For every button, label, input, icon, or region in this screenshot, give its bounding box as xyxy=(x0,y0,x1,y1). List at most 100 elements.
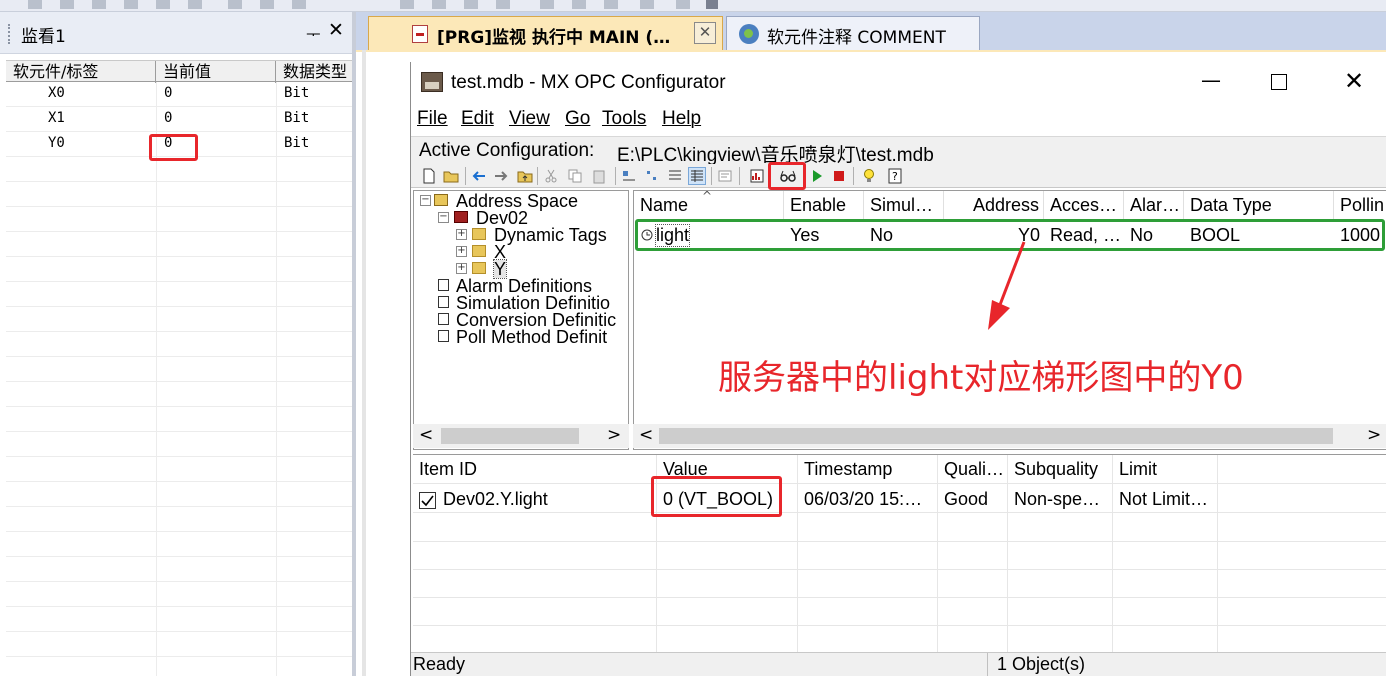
maximize-button[interactable] xyxy=(1271,74,1287,90)
column-header-data-type[interactable]: 数据类型 xyxy=(276,61,352,83)
back-arrow-icon[interactable] xyxy=(471,168,487,184)
chevron-down-icon[interactable] xyxy=(706,0,718,9)
toolbar-icon[interactable] xyxy=(400,0,414,9)
copy-icon[interactable] xyxy=(567,168,583,184)
run-icon[interactable] xyxy=(809,168,825,184)
toolbar-icon[interactable] xyxy=(28,0,42,9)
details-view-icon[interactable] xyxy=(688,167,706,185)
toolbar-icon[interactable] xyxy=(188,0,202,9)
forward-arrow-icon[interactable] xyxy=(493,168,509,184)
device-cell: Y0 xyxy=(48,135,65,151)
pin-icon[interactable]: ᅮ xyxy=(306,21,321,45)
menu-file[interactable]: File xyxy=(417,108,448,130)
folder-icon xyxy=(472,262,486,274)
column-header-device[interactable]: 软元件/标签 xyxy=(6,61,156,83)
column-header-simulation[interactable]: Simul… xyxy=(864,191,944,219)
address-space-icon xyxy=(434,194,448,206)
close-button[interactable]: ✕ xyxy=(1339,66,1369,96)
scroll-right-arrow[interactable]: > xyxy=(607,425,621,445)
main-toolbar-strip xyxy=(0,0,1386,12)
scroll-left-arrow[interactable]: < xyxy=(639,425,653,445)
column-header-polling[interactable]: Pollin xyxy=(1334,191,1386,219)
toolbar-icon[interactable] xyxy=(540,0,554,9)
column-header-address[interactable]: Address xyxy=(944,191,1044,219)
cut-icon[interactable] xyxy=(543,168,559,184)
paste-icon[interactable] xyxy=(591,168,607,184)
scrollbar-thumb[interactable] xyxy=(441,428,579,444)
minimize-button[interactable]: — xyxy=(1195,68,1227,96)
toolbar-icon[interactable] xyxy=(640,0,654,9)
column-header-item-id[interactable]: Item ID xyxy=(419,459,477,480)
highlight-item-value xyxy=(651,476,782,517)
toolbar-icon[interactable] xyxy=(572,0,586,9)
scrollbar-thumb[interactable] xyxy=(659,428,1333,444)
collapse-toggle-icon[interactable]: − xyxy=(438,212,449,223)
column-header-access[interactable]: Acces… xyxy=(1044,191,1124,219)
type-cell: Bit xyxy=(284,85,310,101)
column-header-alarm[interactable]: Alar… xyxy=(1124,191,1184,219)
toolbar-icon[interactable] xyxy=(292,0,306,9)
column-header-enable[interactable]: Enable xyxy=(784,191,864,219)
chart-view-icon[interactable] xyxy=(749,168,765,184)
toolbar-icon[interactable] xyxy=(464,0,478,9)
tree-horizontal-scrollbar[interactable]: < > xyxy=(413,424,629,448)
scroll-right-arrow[interactable]: > xyxy=(1367,425,1381,445)
status-bar: Ready 1 Object(s) xyxy=(411,652,1386,676)
toolbar-icon[interactable] xyxy=(228,0,242,9)
drag-grip-icon[interactable] xyxy=(8,24,12,44)
menu-edit[interactable]: Edit xyxy=(461,108,494,130)
toolbar-icon[interactable] xyxy=(676,0,690,9)
collapse-toggle-icon[interactable]: − xyxy=(420,195,431,206)
alarm-definitions-icon xyxy=(438,279,449,291)
expand-toggle-icon[interactable]: + xyxy=(456,246,467,257)
column-header-quality[interactable]: Quali… xyxy=(944,459,1004,480)
expand-toggle-icon[interactable]: + xyxy=(456,229,467,240)
toolbar-icon[interactable] xyxy=(496,0,510,9)
toolbar-icon[interactable] xyxy=(604,0,618,9)
window-titlebar[interactable]: test.mdb - MX OPC Configurator — ✕ xyxy=(411,62,1386,104)
column-header-timestamp[interactable]: Timestamp xyxy=(804,459,892,480)
monitor-panel-header: 监看1 ᅮ ✕ xyxy=(0,12,352,54)
expand-toggle-icon[interactable]: + xyxy=(456,263,467,274)
toolbar-icon[interactable] xyxy=(92,0,106,9)
tree-item-poll-method-definitions[interactable]: Poll Method Definit xyxy=(456,328,607,346)
toolbar-icon[interactable] xyxy=(60,0,74,9)
annotation-text: 服务器中的light对应梯形图中的Y0 xyxy=(718,358,1244,398)
dynamic-tags-folder-icon xyxy=(472,228,486,240)
column-header-data-type[interactable]: Data Type xyxy=(1184,191,1334,219)
monitor-table-header: 软元件/标签 当前值 数据类型 xyxy=(6,60,352,83)
toolbar-icon[interactable] xyxy=(432,0,446,9)
column-header-subquality[interactable]: Subquality xyxy=(1014,459,1098,480)
tree-item-dynamic-tags[interactable]: Dynamic Tags xyxy=(494,226,607,244)
toolbar-icon[interactable] xyxy=(124,0,138,9)
list-horizontal-scrollbar[interactable]: < > xyxy=(633,424,1386,448)
close-icon[interactable]: ✕ xyxy=(328,19,344,41)
up-folder-icon[interactable] xyxy=(517,168,533,184)
properties-icon[interactable] xyxy=(717,168,733,184)
toolbar-icon[interactable] xyxy=(260,0,274,9)
table-row[interactable]: X0 0 Bit xyxy=(6,82,352,107)
large-icons-view-icon[interactable] xyxy=(621,168,637,184)
stop-icon[interactable] xyxy=(831,168,847,184)
tab-close-button[interactable]: ✕ xyxy=(694,22,716,44)
item-checkbox[interactable] xyxy=(419,492,436,509)
list-view-icon[interactable] xyxy=(667,168,683,184)
small-icons-view-icon[interactable] xyxy=(645,168,661,184)
app-icon xyxy=(421,72,443,92)
menu-bar: File Edit View Go Tools Help xyxy=(411,104,1386,134)
column-header-current-value[interactable]: 当前值 xyxy=(156,61,276,83)
lightbulb-icon[interactable] xyxy=(861,168,877,184)
conversion-definitions-icon xyxy=(438,313,449,325)
column-header-limit[interactable]: Limit xyxy=(1119,459,1157,480)
toolbar-icon[interactable] xyxy=(156,0,170,9)
open-folder-icon[interactable] xyxy=(443,168,459,184)
table-row[interactable]: X1 0 Bit xyxy=(6,107,352,132)
help-icon[interactable]: ? xyxy=(887,168,903,184)
menu-view[interactable]: View xyxy=(509,108,550,130)
menu-tools[interactable]: Tools xyxy=(602,108,646,130)
scroll-left-arrow[interactable]: < xyxy=(419,425,433,445)
tag-list-header: Name ^ Enable Simul… Address Acces… Alar… xyxy=(634,191,1386,219)
new-file-icon[interactable] xyxy=(421,168,437,184)
menu-help[interactable]: Help xyxy=(662,108,701,130)
menu-go[interactable]: Go xyxy=(565,108,590,130)
